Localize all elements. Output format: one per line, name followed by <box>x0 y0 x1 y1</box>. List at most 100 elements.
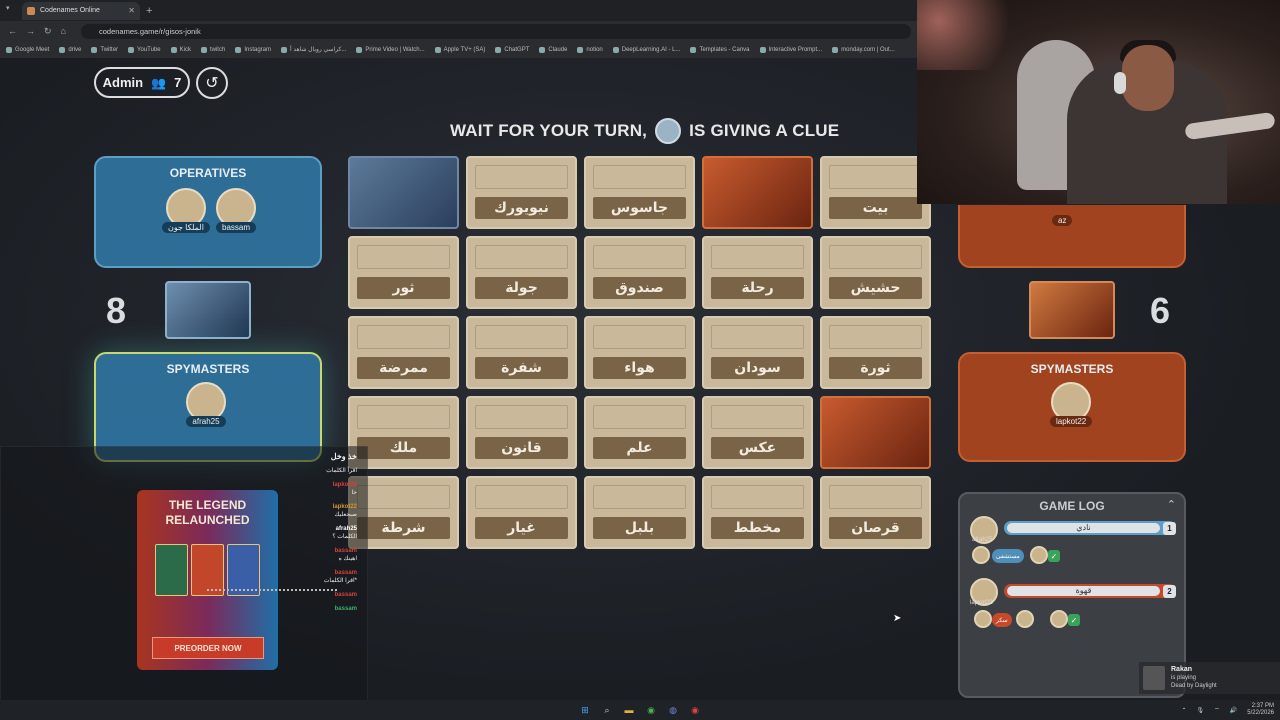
word-card[interactable] <box>348 156 459 229</box>
bookmark-item[interactable]: Instagram <box>235 46 271 53</box>
tab-search-icon[interactable]: ▾ <box>6 4 10 12</box>
system-tray: ⌃ 🎙 ⌔ 🔊 2:37 PM 5/22/2026 <box>1182 703 1274 717</box>
bookmark-item[interactable]: Apple TV+ (SA) <box>434 46 485 53</box>
activity-notification[interactable]: Rakan is playing Dead by Daylight <box>1139 662 1280 694</box>
microphone-icon[interactable]: 🎙 <box>1197 707 1205 714</box>
guess-avatar <box>1016 610 1034 628</box>
mouse-cursor-icon: ➤ <box>893 613 902 624</box>
word-card[interactable]: جولة <box>466 236 577 309</box>
chat-message: afrah25 الكلمات ؟ <box>297 525 357 541</box>
check-icon: ✓ <box>1068 614 1080 626</box>
file-explorer-icon[interactable]: ▬ <box>623 704 635 716</box>
word-card[interactable]: ثور <box>348 236 459 309</box>
bookmark-item[interactable]: Google Meet <box>6 46 50 53</box>
game-thumbnail <box>1143 666 1165 690</box>
chrome-profile-icon[interactable]: ◉ <box>689 704 701 716</box>
bookmark-item[interactable]: Claude <box>539 46 567 53</box>
bookmark-item[interactable]: twitch <box>200 46 225 53</box>
word-card[interactable]: علم <box>584 396 695 469</box>
word-card[interactable] <box>820 396 931 469</box>
word-card[interactable] <box>702 156 813 229</box>
word-card[interactable]: هواء <box>584 316 695 389</box>
word-card[interactable]: مخطط <box>702 476 813 549</box>
chat-username: lapkot22 <box>332 504 357 510</box>
chat-text: صبحعليك <box>334 512 357 518</box>
notification-user: Rakan <box>1171 666 1193 673</box>
bookmark-label: DeepLearning.AI - L... <box>621 46 681 53</box>
preorder-button[interactable]: PREORDER NOW <box>152 637 264 659</box>
word-card[interactable]: رحلة <box>702 236 813 309</box>
bookmark-item[interactable]: YouTube <box>128 46 161 53</box>
close-tab-icon[interactable]: ✕ <box>128 6 135 15</box>
blue-operatives-title: OPERATIVES <box>169 166 247 180</box>
word-card[interactable]: ممرضة <box>348 316 459 389</box>
bookmark-item[interactable]: Interactive Prompt... <box>759 46 822 53</box>
chat-message: bassam اقرا الكلمات* <box>297 569 357 585</box>
blue-operative-1: الملكا جون <box>162 188 210 233</box>
word-card[interactable]: بلبل <box>584 476 695 549</box>
bookmark-item[interactable]: ChatGPT <box>495 46 529 53</box>
chat-title: خذ وخل <box>330 452 357 461</box>
admin-button[interactable]: Admin 👥 7 <box>94 67 190 98</box>
bookmark-label: Templates - Canva <box>699 46 750 53</box>
guess-chip: سكر <box>992 613 1012 627</box>
word-card[interactable]: صندوق <box>584 236 695 309</box>
discord-icon[interactable]: ◍ <box>667 704 679 716</box>
bookmark-favicon-icon <box>281 46 287 53</box>
reload-icon[interactable]: ↻ <box>44 26 52 37</box>
ad-title-line1: THE LEGEND <box>168 498 247 512</box>
bookmark-label: Twitter <box>100 46 119 53</box>
blue-spymaster: afrah25 <box>186 382 226 427</box>
red-operatives-panel: az <box>958 205 1186 268</box>
chrome-icon[interactable]: ◉ <box>645 704 657 716</box>
bookmark-favicon-icon <box>128 46 135 53</box>
collapse-chevron-icon[interactable]: ⌃ <box>1167 498 1176 511</box>
card-word: حشيش <box>829 277 922 299</box>
restart-game-button[interactable]: ↺ <box>196 67 228 99</box>
bookmark-item[interactable]: كراسي رويال شاهد أ... <box>281 46 346 53</box>
bookmark-item[interactable]: notion <box>577 46 603 53</box>
word-card[interactable]: حشيش <box>820 236 931 309</box>
url-input[interactable]: codenames.game/r/gisos-jonik <box>80 23 911 39</box>
windows-start-icon[interactable]: ⊞ <box>579 704 591 716</box>
bookmark-label: drive <box>68 46 82 53</box>
word-card[interactable]: غيار <box>466 476 577 549</box>
wifi-icon[interactable]: ⌔ <box>1214 706 1220 714</box>
search-icon[interactable]: ⌕ <box>601 704 613 716</box>
word-card[interactable]: قرصان <box>820 476 931 549</box>
guess-avatar <box>1030 546 1048 564</box>
word-card[interactable]: شفرة <box>466 316 577 389</box>
bookmark-label: Google Meet <box>15 46 50 53</box>
word-card[interactable]: سودان <box>702 316 813 389</box>
clue-giver-avatar <box>655 118 682 144</box>
bookmark-item[interactable]: Prime Video | Watch... <box>356 46 425 53</box>
blue-score: 8 <box>106 290 127 331</box>
bookmark-item[interactable]: drive <box>59 46 82 53</box>
tray-chevron-icon[interactable]: ⌃ <box>1182 707 1187 714</box>
word-card[interactable]: جاسوس <box>584 156 695 229</box>
bookmark-item[interactable]: Twitter <box>91 46 119 53</box>
bookmark-item[interactable]: DeepLearning.AI - L... <box>612 46 681 53</box>
card-word: بيت <box>829 197 922 219</box>
word-card[interactable]: قانون <box>466 396 577 469</box>
browser-tab[interactable]: Codenames Online ✕ <box>22 1 140 20</box>
home-icon[interactable]: ⌂ <box>61 26 66 36</box>
clock[interactable]: 2:37 PM 5/22/2026 <box>1247 703 1274 717</box>
chat-text: اهينك ه <box>338 556 357 562</box>
clue-row: قهوة 2 <box>1004 584 1176 598</box>
new-tab-icon[interactable]: + <box>146 5 152 17</box>
word-card[interactable]: نيويورك <box>466 156 577 229</box>
back-icon[interactable]: ← <box>8 26 17 36</box>
word-card[interactable]: عكس <box>702 396 813 469</box>
bookmark-item[interactable]: Templates - Canva <box>690 46 750 53</box>
volume-icon[interactable]: 🔊 <box>1230 707 1237 714</box>
bookmark-label: monday.com | Out... <box>841 46 895 53</box>
forward-icon[interactable]: → <box>26 26 35 36</box>
word-card[interactable]: ثورة <box>820 316 931 389</box>
bookmark-item[interactable]: monday.com | Out... <box>832 46 895 53</box>
card-word: نيويورك <box>475 197 568 219</box>
chat-username: afrah25 <box>335 526 357 532</box>
bookmark-item[interactable]: Kick <box>170 46 191 53</box>
word-card[interactable]: بيت <box>820 156 931 229</box>
red-spymasters-panel: SPYMASTERS lapkot22 <box>958 352 1186 462</box>
